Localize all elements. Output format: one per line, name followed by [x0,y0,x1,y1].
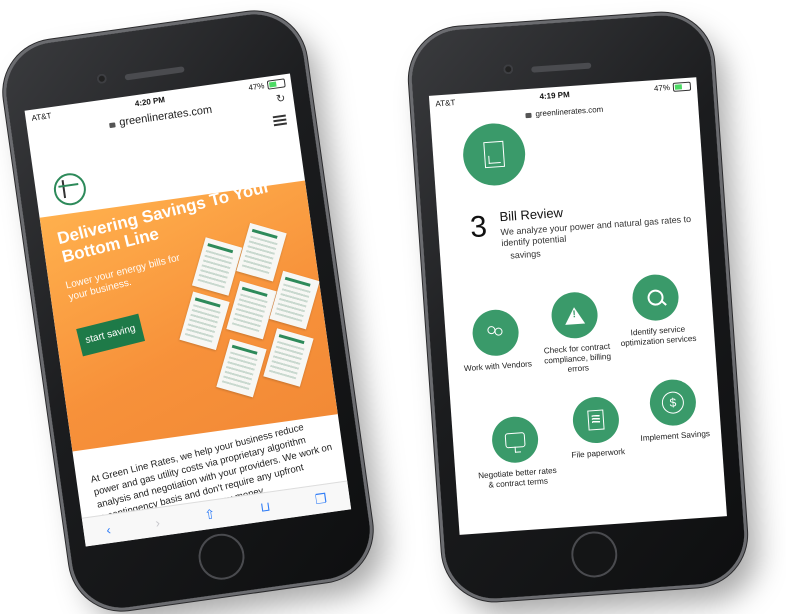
bookmarks-icon[interactable]: ⊔ [259,499,271,516]
people-icon [471,308,521,358]
service-file-paperwork[interactable]: File paperwork [552,394,640,462]
bill-review-icon [461,121,528,188]
start-saving-button[interactable]: start saving [76,313,146,357]
share-icon[interactable]: ⇧ [204,506,217,523]
tabs-icon[interactable]: ❐ [314,491,328,508]
right-screen: AT&T 4:19 PM 47% greenlinerates.com 3 Bi… [428,77,727,535]
search-icon [630,273,681,323]
service-identify-optimization[interactable]: Identify service optimization services [612,272,701,350]
battery-level [674,83,682,90]
back-icon[interactable]: ‹ [105,521,111,536]
home-button[interactable] [569,529,619,580]
documents-icon [571,395,621,445]
service-label: Negotiate better rates & contract terms [477,465,558,490]
report-thumbnail [216,338,267,398]
report-thumbnail [179,291,230,351]
lock-icon [525,112,532,118]
step-description-tail: savings [509,248,542,261]
left-screen: AT&T 4:20 PM 47% greenlinerates.com ↻ De… [24,73,352,547]
battery-icon [672,81,692,92]
time-label: 4:20 PM [134,94,166,108]
service-label: Identify service optimization services [620,324,697,349]
chat-icon [490,415,540,465]
service-label: Work with Vendors [463,359,533,374]
service-negotiate-rates[interactable]: Negotiate better rates & contract terms [472,414,561,492]
speaker-grille [531,62,592,73]
home-button[interactable] [195,530,248,583]
report-thumbnail [226,280,277,340]
hamburger-menu-icon[interactable] [272,114,287,127]
service-contract-compliance[interactable]: Check for contract compliance, billing e… [531,289,621,377]
phone-right: AT&T 4:19 PM 47% greenlinerates.com 3 Bi… [408,12,748,602]
camera-icon [502,63,514,75]
speaker-grille [124,66,185,81]
service-label: File paperwork [571,447,626,460]
url-text[interactable]: greenlinerates.com [535,104,604,118]
camera-icon [96,73,108,85]
carrier-label: AT&T [435,97,456,108]
service-label: Implement Savings [640,429,711,443]
forward-icon[interactable]: › [154,515,160,530]
step-number: 3 [469,210,489,245]
report-thumbnail [236,222,287,282]
warning-icon [550,290,600,340]
report-thumbnail [191,237,243,296]
reload-icon[interactable]: ↻ [275,91,286,105]
carrier-label: AT&T [30,110,52,123]
battery-icon [266,77,286,90]
report-thumbnail [263,328,314,387]
battery-percent: 47% [653,82,671,93]
step-title: Bill Review [498,204,564,225]
service-work-with-vendors[interactable]: Work with Vendors [452,307,540,375]
service-implement-savings[interactable]: $ Implement Savings [629,377,717,445]
lock-icon [109,121,116,128]
battery-percent: 47% [247,80,265,92]
phone-left: AT&T 4:20 PM 47% greenlinerates.com ↻ De… [0,7,377,614]
battery-level [268,81,277,87]
report-thumbnail [269,270,320,330]
service-label: Check for contract compliance, billing e… [543,341,612,374]
dollar-icon: $ [648,378,698,428]
time-label: 4:19 PM [539,89,570,101]
